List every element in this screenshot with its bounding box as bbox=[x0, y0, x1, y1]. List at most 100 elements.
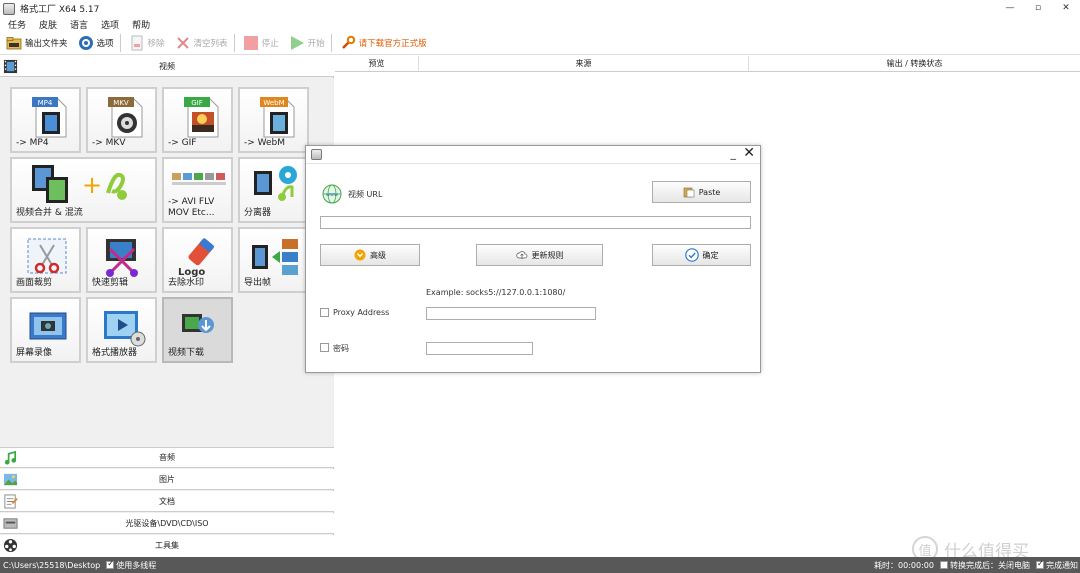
tile-splitter[interactable]: 分离器 bbox=[238, 157, 309, 223]
proxy-address-input[interactable] bbox=[426, 307, 596, 320]
video-url-label: 视频 URL bbox=[348, 190, 383, 199]
document-section-label: 文档 bbox=[159, 496, 175, 506]
screen-record-icon bbox=[29, 312, 67, 340]
multithread-label: 使用多线程 bbox=[116, 560, 157, 570]
options-label: 选项 bbox=[96, 39, 114, 49]
tile-label: 视频下载 bbox=[168, 348, 205, 358]
dialog-minimize-icon[interactable]: _ bbox=[731, 147, 737, 160]
document-icon bbox=[4, 494, 18, 509]
tile-label: -> MP4 bbox=[16, 138, 49, 148]
app-icon bbox=[3, 2, 15, 15]
password-label: 密码 bbox=[333, 344, 349, 353]
output-path[interactable]: C:\Users\25518\Desktop bbox=[3, 561, 100, 570]
document-section-header[interactable]: 文档 bbox=[0, 491, 334, 512]
tile-to-mkv[interactable]: MKV -> MKV bbox=[86, 87, 157, 153]
tile-label: -> AVI FLV MOV Etc... bbox=[168, 197, 215, 218]
advanced-button[interactable]: 高级 bbox=[320, 244, 420, 266]
menu-item-language[interactable]: 语言 bbox=[62, 18, 93, 31]
tile-remove-watermark[interactable]: Logo 去除水印 bbox=[162, 227, 233, 293]
close-icon[interactable]: ✕ bbox=[1052, 0, 1080, 17]
paste-button[interactable]: Paste bbox=[652, 181, 751, 203]
export-frames-icon bbox=[252, 239, 298, 275]
tile-to-avi-flv-mov[interactable]: -> AVI FLV MOV Etc... bbox=[162, 157, 233, 223]
tile-label: -> WebM bbox=[244, 138, 286, 148]
menu-item-skin[interactable]: 皮肤 bbox=[31, 18, 62, 31]
tile-format-player[interactable]: 格式播放器 bbox=[86, 297, 157, 363]
tile-screen-record[interactable]: 屏幕录像 bbox=[10, 297, 81, 363]
quick-clip-icon bbox=[106, 239, 138, 277]
start-button[interactable]: 开始 bbox=[283, 32, 329, 54]
start-label: 开始 bbox=[307, 39, 325, 49]
mkv-file-icon: MKV bbox=[108, 97, 143, 138]
eraser-logo-icon: Logo bbox=[178, 238, 214, 278]
optical-section-label: 光驱设备\DVD\CD\ISO bbox=[125, 518, 209, 528]
advanced-chevron-icon bbox=[354, 249, 366, 261]
www-globe-icon: www bbox=[322, 184, 342, 204]
column-source[interactable]: 来源 bbox=[419, 56, 749, 72]
menu-item-task[interactable]: 任务 bbox=[0, 18, 31, 31]
tile-label: -> MKV bbox=[92, 138, 126, 148]
video-download-icon bbox=[182, 314, 214, 333]
password-input[interactable] bbox=[426, 342, 533, 355]
ok-button[interactable]: 确定 bbox=[652, 244, 751, 266]
video-download-dialog: _ ✕ www 视频 URL Paste 高级 更新规则 确定 Example:… bbox=[305, 145, 761, 373]
multithread-checkbox[interactable] bbox=[106, 559, 115, 569]
video-section-header[interactable]: 视频 bbox=[0, 56, 334, 77]
ok-label: 确定 bbox=[702, 250, 719, 260]
tile-export-frames[interactable]: 导出帧 bbox=[238, 227, 309, 293]
maximize-icon[interactable]: ▫ bbox=[1024, 0, 1052, 17]
proxy-checkbox[interactable] bbox=[320, 308, 329, 317]
tile-label: 格式播放器 bbox=[92, 348, 138, 358]
multi-format-icon bbox=[172, 173, 226, 185]
film-icon bbox=[3, 59, 18, 74]
menu-item-help[interactable]: 帮助 bbox=[124, 18, 155, 31]
tile-to-mp4[interactable]: MP4 -> MP4 bbox=[10, 87, 81, 153]
stop-button[interactable]: 停止 bbox=[237, 32, 283, 54]
mp4-file-icon: MP4 bbox=[32, 97, 67, 138]
update-rules-button[interactable]: 更新规则 bbox=[476, 244, 603, 266]
notify-checkbox[interactable] bbox=[1036, 559, 1044, 569]
advanced-label: 高级 bbox=[370, 250, 386, 260]
password-checkbox[interactable] bbox=[320, 343, 329, 352]
tile-video-merge[interactable]: + 视频合并 & 混流 bbox=[10, 157, 157, 223]
player-icon bbox=[104, 311, 146, 347]
dialog-app-icon bbox=[311, 149, 322, 160]
tile-crop[interactable]: 画面裁剪 bbox=[10, 227, 81, 293]
menu-item-options[interactable]: 选项 bbox=[93, 18, 124, 31]
video-url-input[interactable] bbox=[320, 216, 751, 229]
tile-label: 屏幕录像 bbox=[16, 348, 53, 358]
clear-list-button[interactable]: 清空列表 bbox=[169, 32, 232, 54]
options-button[interactable]: 选项 bbox=[72, 32, 118, 54]
toolbox-section-header[interactable]: 工具集 bbox=[0, 535, 334, 556]
remove-label: 移除 bbox=[147, 39, 165, 49]
dialog-close-icon[interactable]: ✕ bbox=[743, 145, 755, 161]
after-convert-label: 转换完成后：关闭电脑 bbox=[950, 560, 1030, 570]
clear-list-label: 清空列表 bbox=[193, 39, 228, 49]
tile-badge-mp4: MP4 bbox=[38, 99, 53, 107]
column-preview[interactable]: 预览 bbox=[335, 56, 419, 72]
tile-quick-clip[interactable]: 快速剪辑 bbox=[86, 227, 157, 293]
toolbar-divider bbox=[330, 34, 332, 52]
download-official-link[interactable]: 请下载官方正式版 bbox=[334, 32, 431, 54]
optical-section-header[interactable]: 光驱设备\DVD\CD\ISO bbox=[0, 513, 334, 534]
remove-button[interactable]: 移除 bbox=[123, 32, 169, 54]
tile-label: 快速剪辑 bbox=[92, 278, 129, 288]
audio-section-header[interactable]: 音频 bbox=[0, 447, 334, 468]
after-convert-checkbox[interactable] bbox=[940, 561, 948, 569]
folder-icon bbox=[6, 37, 22, 50]
tile-to-webm[interactable]: WebM -> WebM bbox=[238, 87, 309, 153]
tile-to-gif[interactable]: GIF -> GIF bbox=[162, 87, 233, 153]
toolbar: 输出文件夹 选项 移除 清空列表 停止 开始 请下载官方正式版 bbox=[0, 32, 1080, 55]
svg-text:+: + bbox=[82, 171, 102, 199]
minimize-icon[interactable]: — bbox=[996, 0, 1024, 17]
toolbar-divider bbox=[233, 34, 235, 52]
column-output-status[interactable]: 输出 / 转换状态 bbox=[749, 56, 1080, 72]
output-folder-button[interactable]: 输出文件夹 bbox=[0, 32, 72, 54]
tile-video-download[interactable]: 视频下载 bbox=[162, 297, 233, 363]
music-note-icon bbox=[4, 451, 17, 465]
update-rules-label: 更新规则 bbox=[531, 250, 564, 260]
wrench-icon bbox=[341, 35, 355, 49]
play-icon bbox=[290, 36, 304, 50]
image-section-header[interactable]: 图片 bbox=[0, 469, 334, 490]
proxy-example-text: Example: socks5://127.0.0.1:1080/ bbox=[426, 288, 566, 297]
